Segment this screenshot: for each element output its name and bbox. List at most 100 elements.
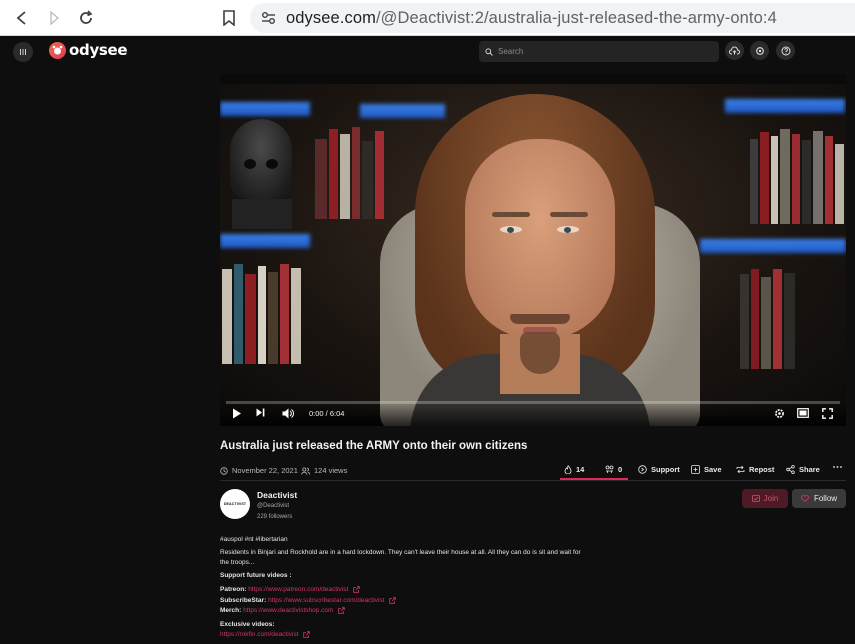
shelf-light (725, 99, 845, 113)
bookshelf-right-lower (740, 259, 846, 369)
forward-button[interactable] (43, 7, 65, 29)
rokfin-link[interactable]: https://rokfin.com/deactivist (220, 631, 298, 638)
sidebar-menu-button[interactable] (13, 42, 33, 62)
gear-icon (775, 409, 784, 418)
shelf-light (220, 234, 310, 248)
repost-label: Repost (749, 465, 775, 474)
merch-row: Merch: https://www.deactivistshop.com (220, 607, 345, 614)
save-button[interactable]: Save (691, 465, 722, 474)
back-arrow-icon (16, 11, 26, 25)
search-placeholder: Search (498, 47, 524, 56)
coin-icon (638, 465, 647, 474)
progress-bar[interactable] (226, 401, 840, 404)
player-controls: 0:00 / 6:04 (220, 401, 846, 426)
membership-icon (751, 495, 760, 502)
subscribestar-link[interactable]: https://www.subscribestar.com/deactivist (268, 597, 384, 604)
site-settings-icon (262, 12, 275, 24)
bookshelf-right-upper (750, 124, 846, 224)
next-button[interactable] (256, 408, 265, 417)
volume-icon (282, 408, 294, 419)
address-bar[interactable]: odysee.com/@Deactivist:2/australia-just-… (250, 3, 855, 33)
follow-button[interactable]: Follow (792, 489, 846, 508)
player-settings-button[interactable] (774, 408, 785, 419)
shelf-light (700, 239, 846, 253)
join-label: Join (763, 494, 779, 503)
video-title: Australia just released the ARMY onto th… (220, 440, 528, 452)
share-label: Share (799, 465, 820, 474)
slime-count: 0 (618, 465, 623, 474)
person-eye (500, 226, 522, 233)
fire-icon (564, 465, 572, 474)
channel-handle[interactable]: @Deactivist (257, 503, 289, 509)
search-input[interactable]: Search (479, 41, 719, 62)
patreon-link[interactable]: https://www.patreon.com/deactivist (248, 586, 348, 593)
url-path: /@Deactivist:2/australia-just-released-t… (375, 8, 777, 27)
external-link-icon (338, 607, 345, 614)
fire-count: 14 (576, 465, 585, 474)
slime-icon (605, 465, 614, 473)
exclusive-heading: Exclusive videos: (220, 621, 275, 628)
volume-button[interactable] (282, 408, 294, 419)
playlist-add-icon (691, 465, 700, 474)
patreon-label: Patreon: (220, 586, 247, 594)
browser-toolbar: odysee.com/@Deactivist:2/australia-just-… (0, 0, 855, 36)
publish-date: November 22, 2021 (220, 466, 298, 475)
odysee-logo[interactable]: odysee (49, 41, 128, 59)
skull-figurine (230, 119, 292, 199)
fire-reaction-button[interactable]: 14 (564, 465, 584, 474)
channel-followers: 229 followers (257, 514, 293, 520)
reload-icon (80, 10, 93, 24)
merch-link[interactable]: https://www.deactivistshop.com (243, 607, 333, 614)
video-frame (220, 84, 846, 426)
person-goatee (520, 332, 560, 374)
publish-button[interactable] (725, 41, 744, 60)
external-link-icon (303, 631, 310, 638)
search-icon (485, 47, 493, 56)
url-text: odysee.com/@Deactivist:2/australia-just-… (286, 9, 777, 28)
play-button[interactable] (232, 408, 242, 419)
patreon-row: Patreon: https://www.patreon.com/deactiv… (220, 586, 360, 593)
bookshelf-left-lower (220, 254, 315, 364)
channel-avatar[interactable]: DEACTIVIST (220, 489, 250, 519)
forward-arrow-icon (50, 10, 60, 26)
description-tags: #auspol #nt #libertarian (220, 536, 288, 543)
fullscreen-button[interactable] (822, 408, 833, 419)
subscribestar-row: SubscribeStar: https://www.subscribestar… (220, 597, 396, 604)
theater-mode-button[interactable] (797, 408, 809, 418)
shelf-light (220, 102, 310, 116)
settings-button[interactable] (750, 41, 769, 60)
support-heading: Support future videos : (220, 572, 292, 579)
person-mustache (510, 314, 570, 324)
help-button[interactable] (776, 41, 795, 60)
clock-icon (220, 466, 228, 475)
slime-reaction-button[interactable]: 0 (605, 465, 622, 474)
external-link-icon (389, 597, 396, 604)
person-eye (557, 226, 579, 233)
upload-cloud-icon (729, 46, 740, 55)
external-link-icon (353, 586, 360, 593)
person-face (465, 139, 615, 339)
person-brow (492, 212, 530, 217)
skip-next-icon (256, 408, 265, 417)
back-button[interactable] (11, 7, 33, 29)
repost-button[interactable]: Repost (736, 465, 774, 474)
view-count-text: 124 views (314, 466, 348, 475)
description-line: the troops... (220, 559, 255, 566)
support-label: Support (651, 465, 680, 474)
menu-icon (20, 49, 26, 55)
publish-date-text: November 22, 2021 (232, 466, 298, 475)
share-button[interactable]: Share (786, 465, 820, 474)
view-count: 124 views (301, 466, 347, 475)
reload-button[interactable] (75, 7, 97, 29)
join-button[interactable]: Join (742, 489, 788, 508)
more-options-button[interactable] (833, 465, 842, 469)
rokfin-row: https://rokfin.com/deactivist (220, 631, 310, 638)
url-host: odysee.com (286, 8, 376, 27)
play-icon (233, 408, 241, 419)
support-button[interactable]: Support (638, 465, 680, 474)
bookmark-button[interactable] (218, 7, 240, 29)
people-icon (301, 466, 310, 475)
channel-name[interactable]: Deactivist (257, 490, 297, 500)
video-player[interactable]: 0:00 / 6:04 (220, 74, 846, 426)
merch-label: Merch: (220, 607, 242, 615)
